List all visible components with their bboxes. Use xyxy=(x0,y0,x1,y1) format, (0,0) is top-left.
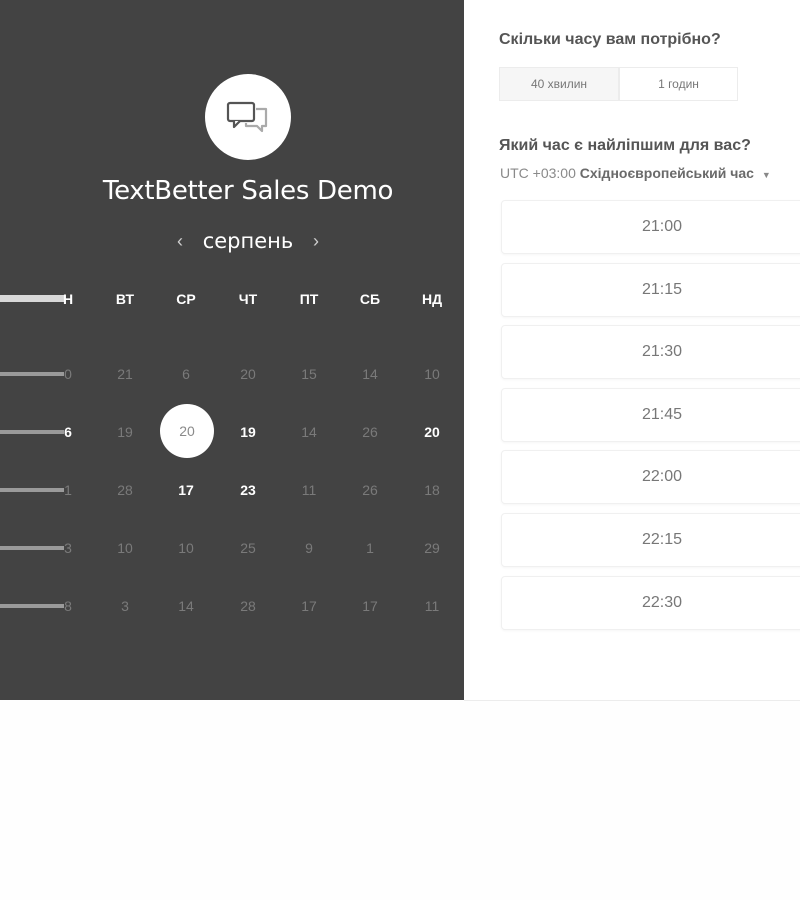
calendar-day[interactable]: 1 xyxy=(350,536,390,560)
calendar-day[interactable]: 6 xyxy=(48,420,88,444)
time-slot[interactable]: 21:15 xyxy=(501,262,800,317)
calendar-day[interactable]: 17 xyxy=(350,594,390,618)
calendar-day[interactable]: 9 xyxy=(289,536,329,560)
company-logo xyxy=(205,74,291,160)
time-slot[interactable]: 21:30 xyxy=(501,325,800,380)
calendar-day[interactable]: 20 xyxy=(228,362,268,386)
time-question: Який час є найліпшим для вас? xyxy=(499,137,751,154)
month-navigation: ‹ серпень › xyxy=(170,226,326,256)
calendar-day[interactable]: 14 xyxy=(166,594,206,618)
timezone-offset: UTC +03:00 xyxy=(500,165,576,181)
time-slot[interactable]: 21:00 xyxy=(501,200,800,254)
calendar-day[interactable]: 23 xyxy=(228,478,268,502)
calendar-day[interactable]: 17 xyxy=(289,594,329,618)
calendar-day[interactable]: 11 xyxy=(412,594,452,618)
calendar-day[interactable]: 21 xyxy=(105,362,145,386)
calendar-day[interactable]: 3 xyxy=(105,594,145,618)
weekday-tuesday: ВТ xyxy=(115,291,135,307)
calendar-day[interactable]: 18 xyxy=(412,478,452,502)
calendar-day[interactable]: 17 xyxy=(166,478,206,502)
month-label: серпень xyxy=(202,229,294,253)
calendar-day[interactable]: 14 xyxy=(350,362,390,386)
calendar-day[interactable]: 25 xyxy=(228,536,268,560)
calendar-day[interactable]: 26 xyxy=(350,478,390,502)
weekday-wednesday: СР xyxy=(176,291,196,307)
duration-question: Скільки часу вам потрібно? xyxy=(499,31,721,48)
time-slot[interactable]: 22:00 xyxy=(501,450,800,505)
calendar-day[interactable]: 29 xyxy=(412,536,452,560)
calendar-day[interactable]: 28 xyxy=(105,478,145,502)
calendar-day[interactable]: 8 xyxy=(48,594,88,618)
calendar-day[interactable]: 10 xyxy=(166,536,206,560)
weekday-sunday: НД xyxy=(421,291,443,307)
calendar-day[interactable]: 14 xyxy=(289,420,329,444)
chevron-right-icon[interactable]: › xyxy=(306,231,326,252)
duration-option-40[interactable]: 40 хвилин xyxy=(499,67,619,101)
calendar-day[interactable]: 19 xyxy=(228,420,268,444)
weekday-friday: ПТ xyxy=(299,291,319,307)
weekday-saturday: СБ xyxy=(359,291,381,307)
chevron-left-icon[interactable]: ‹ xyxy=(170,231,190,252)
duration-option-60[interactable]: 1 годин xyxy=(619,67,738,101)
calendar-day[interactable]: 20 xyxy=(412,420,452,444)
calendar-day[interactable]: 10 xyxy=(105,536,145,560)
calendar-day[interactable]: 26 xyxy=(350,420,390,444)
calendar-day[interactable]: 3 xyxy=(48,536,88,560)
time-slot[interactable]: 22:15 xyxy=(501,513,800,567)
calendar-day[interactable]: 0 xyxy=(48,362,88,386)
calendar-day[interactable]: 1 xyxy=(48,478,88,502)
weekday-thursday: ЧТ xyxy=(238,291,258,307)
timezone-name: Східноєвропейський час xyxy=(579,165,754,181)
weekday-monday: Н xyxy=(62,291,74,307)
page-title: TextBetter Sales Demo xyxy=(102,176,394,206)
calendar-day[interactable]: 19 xyxy=(105,420,145,444)
calendar-day[interactable]: 6 xyxy=(166,362,206,386)
selected-day[interactable]: 20 xyxy=(160,404,214,458)
caret-down-icon: ▼ xyxy=(761,170,771,180)
calendar-day[interactable]: 11 xyxy=(289,478,329,502)
time-slot[interactable]: 22:30 xyxy=(501,575,800,630)
chat-bubbles-icon xyxy=(226,101,268,133)
time-slot[interactable]: 21:45 xyxy=(501,387,800,442)
calendar-day[interactable]: 15 xyxy=(289,362,329,386)
timezone-selector[interactable]: UTC +03:00 Східноєвропейський час ▼ xyxy=(500,165,771,181)
calendar-day[interactable]: 10 xyxy=(412,362,452,386)
calendar-day[interactable]: 28 xyxy=(228,594,268,618)
